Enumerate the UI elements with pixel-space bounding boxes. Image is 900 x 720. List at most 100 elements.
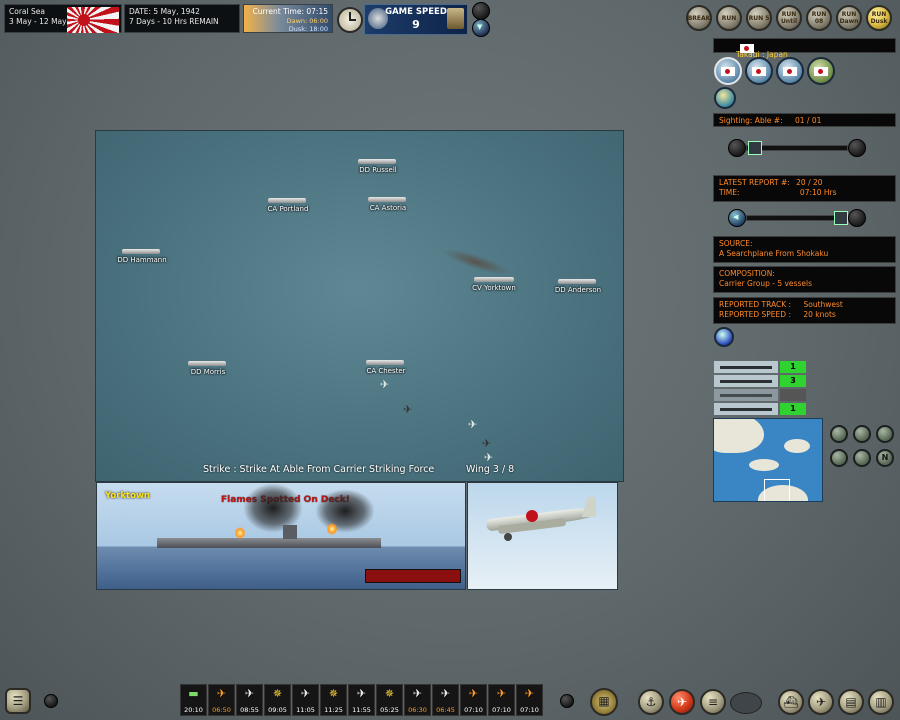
air-map-button[interactable]: [853, 425, 871, 443]
land-mass: [714, 419, 764, 453]
timeline-time: 05:25: [380, 706, 399, 714]
report-slider-track[interactable]: [746, 215, 848, 221]
view-region-frame: [764, 479, 790, 501]
plane-icon[interactable]: ✈: [484, 451, 493, 464]
zoom-map-button[interactable]: [830, 425, 848, 443]
ship-silhouette-icon: [714, 403, 778, 415]
roster-row[interactable]: 1: [714, 403, 806, 415]
game-speed-box[interactable]: GAME SPEED 9: [364, 4, 468, 35]
north-map-button[interactable]: N: [876, 449, 894, 467]
source-value: A Searchplane From Shokaku: [719, 249, 829, 258]
plane-icon[interactable]: ✈: [482, 437, 491, 450]
ship-hull-icon: [474, 277, 514, 282]
timeline-slot[interactable]: ✈ 06:45: [432, 684, 459, 716]
timeline-slot[interactable]: ✵ 11:25: [320, 684, 347, 716]
fleet-icon[interactable]: ⛴: [778, 689, 804, 715]
timeline-slot[interactable]: ✈ 07:10: [460, 684, 487, 716]
aircraft-tail: [582, 497, 596, 517]
speed-down-button[interactable]: ▼: [472, 19, 490, 37]
report-slider-thumb[interactable]: [834, 211, 848, 225]
chevron-left-icon: ◀: [733, 213, 739, 221]
current-time: Current Time: 07:15: [252, 7, 328, 16]
aircraft-wheel: [504, 533, 512, 541]
report-prev-button[interactable]: ◀: [728, 209, 746, 227]
strike-icon: ✈: [216, 687, 227, 700]
roster-count: 3: [780, 375, 806, 387]
attack-icon[interactable]: ✈: [669, 689, 695, 715]
fire-icon: [235, 527, 245, 539]
force-icon-4[interactable]: [807, 57, 835, 85]
run-dawn-button[interactable]: RUN Dawn: [836, 5, 862, 31]
aircraft-icon[interactable]: ✈: [808, 689, 834, 715]
force-icon-1[interactable]: [714, 57, 742, 85]
timeline-slot[interactable]: ✈ 06:30: [404, 684, 431, 716]
timeline-slot[interactable]: ▬ 20:10: [180, 684, 207, 716]
force-icon-3[interactable]: [776, 57, 804, 85]
plane-icon[interactable]: ✈: [380, 378, 389, 391]
timeline-slot[interactable]: ✈ 11:55: [348, 684, 375, 716]
list-icon[interactable]: ≡: [700, 689, 726, 715]
source-box: SOURCE: A Searchplane From Shokaku: [713, 236, 896, 263]
tactical-map[interactable]: DD Russell CA Portland CA Astoria DD Ham…: [95, 130, 624, 482]
speed-up-button[interactable]: [472, 2, 490, 20]
run-button[interactable]: RUN: [716, 5, 742, 31]
run-08-button[interactable]: RUN 08: [806, 5, 832, 31]
break-button[interactable]: BREAK: [686, 5, 712, 31]
sighting-slider-thumb[interactable]: [748, 141, 762, 155]
damage-bar-fill: [366, 570, 460, 582]
timeline-slot[interactable]: ✈ 07:10: [516, 684, 543, 716]
speed-label: REPORTED SPEED :: [719, 310, 791, 319]
bottles-icon[interactable]: ▥: [868, 689, 894, 715]
cap-icon: ✵: [384, 687, 395, 700]
timeline-time: 06:50: [212, 706, 231, 714]
roster-row[interactable]: 3: [714, 375, 806, 387]
timeline-time: 06:30: [408, 706, 427, 714]
latest-report-label: LATEST REPORT #:: [719, 178, 790, 187]
anchor-icon[interactable]: ⚓: [638, 689, 664, 715]
strategic-minimap[interactable]: [713, 418, 823, 502]
base-icon[interactable]: [714, 87, 736, 109]
timeline-slot[interactable]: ✵ 09:05: [264, 684, 291, 716]
run-dusk-button[interactable]: RUN Dusk: [866, 5, 892, 31]
menu-button[interactable]: ☰: [5, 688, 31, 714]
japan-flag-icon: [814, 66, 828, 76]
timeline-slot[interactable]: ✈ 06:50: [208, 684, 235, 716]
sighting-next-button[interactable]: [848, 139, 866, 157]
ship-damage-view: Yorktown Flames Spotted On Deck!: [96, 482, 466, 590]
ship-label: DD Anderson: [554, 286, 602, 294]
plane-icon[interactable]: ✈: [468, 418, 477, 431]
plane-icon[interactable]: ✈: [403, 403, 412, 416]
timeline-prev-button[interactable]: [44, 694, 58, 708]
book-icon[interactable]: ▤: [838, 689, 864, 715]
timeline-slot[interactable]: ✵ 05:25: [376, 684, 403, 716]
report-next-button[interactable]: [848, 209, 866, 227]
run-5-button[interactable]: RUN 5: [746, 5, 772, 31]
sighting-prev-button[interactable]: [728, 139, 746, 157]
timeline-slot[interactable]: ✈ 08:55: [236, 684, 263, 716]
center-map-button[interactable]: [853, 449, 871, 467]
wing-text: Wing 3 / 8: [466, 464, 515, 475]
scenario-box: Coral Sea 3 May - 12 May, 1942: [4, 4, 122, 33]
search-icon[interactable]: [714, 327, 734, 347]
run-until-button[interactable]: RUN Until: [776, 5, 802, 31]
report-time-value: 07:10 Hrs: [799, 188, 837, 197]
track-value: Southwest: [803, 300, 843, 309]
roster-row[interactable]: [714, 389, 806, 401]
rising-sun-flag-icon: [67, 7, 119, 33]
clock-icon[interactable]: [337, 7, 363, 33]
force-icon-2[interactable]: [745, 57, 773, 85]
grid-icon[interactable]: ▦: [590, 688, 618, 716]
timeline-slot[interactable]: ✈ 07:10: [488, 684, 515, 716]
plane-map-button[interactable]: [876, 425, 894, 443]
timeline-time: 11:05: [296, 706, 315, 714]
timeline-bar: ▬ 20:10 ✈ 06:50 ✈ 08:55 ✵ 09:05 ✈ 11:05 ✵ 11:25 ✈ 11:…: [180, 684, 543, 716]
ship-hull-icon: [358, 159, 396, 164]
timeline-time: 07:10: [520, 706, 539, 714]
timeline-next-button[interactable]: [560, 694, 574, 708]
commander-box: Takagi : Japan: [713, 38, 896, 59]
gear-map-button[interactable]: [830, 449, 848, 467]
timeline-slot[interactable]: ✈ 11:05: [292, 684, 319, 716]
damage-ship-name: Yorktown: [105, 491, 150, 501]
roster-row[interactable]: 1: [714, 361, 806, 373]
speed-value: 20 knots: [803, 310, 836, 319]
